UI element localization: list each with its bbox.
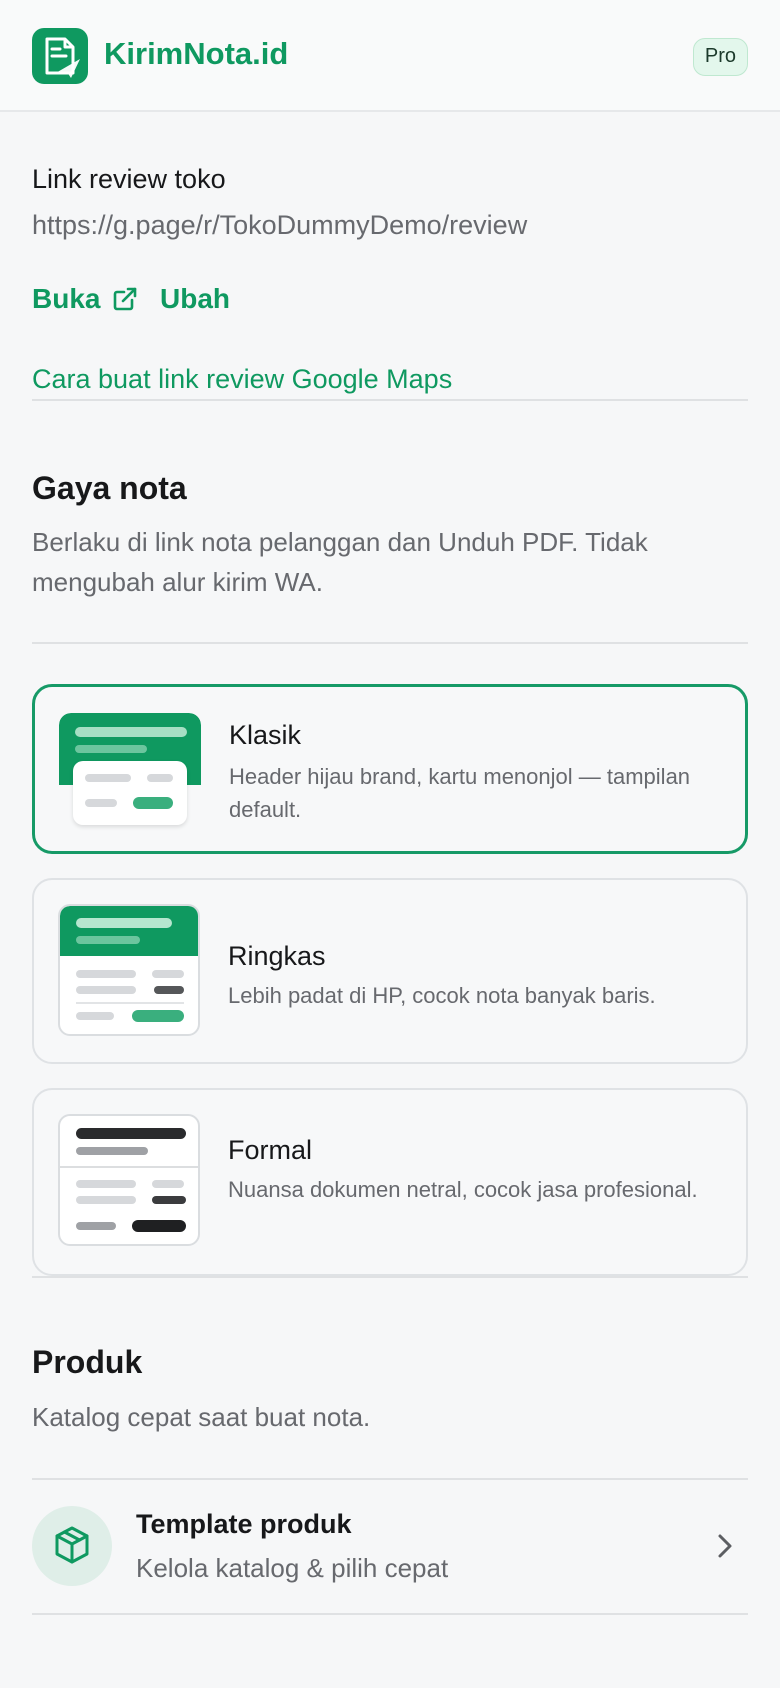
style-option-ringkas[interactable]: Ringkas Lebih padat di HP, cocok nota ba… <box>32 878 748 1064</box>
product-template-title: Template produk <box>136 1509 352 1539</box>
formal-preview-thumbnail <box>58 1114 200 1246</box>
product-template-description: Kelola katalog & pilih cepat <box>136 1553 449 1583</box>
open-label: Buka <box>32 283 101 314</box>
style-option-description: Lebih padat di HP, cocok nota banyak bar… <box>228 983 656 1008</box>
products-section-description: Katalog cepat saat buat nota. <box>32 1402 371 1432</box>
style-option-formal[interactable]: Formal Nuansa dokumen netral, cocok jasa… <box>32 1088 748 1276</box>
ringkas-preview-thumbnail <box>58 904 200 1036</box>
klasik-preview-thumbnail <box>59 713 201 831</box>
divider <box>32 1276 748 1278</box>
style-option-title: Formal <box>228 1135 313 1165</box>
divider <box>32 1613 748 1615</box>
review-link-label: Link review toko <box>32 164 226 194</box>
app-header: KirimNota.id Pro <box>0 0 780 112</box>
logo-icon[interactable] <box>32 28 88 84</box>
product-template-row[interactable]: Template produk Kelola katalog & pilih c… <box>32 1479 748 1613</box>
pro-badge: Pro <box>692 38 748 76</box>
edit-review-link-button[interactable]: Ubah <box>160 283 230 315</box>
chevron-right-icon <box>712 1531 736 1561</box>
open-review-link-button[interactable]: Buka <box>32 283 138 315</box>
divider <box>32 399 748 401</box>
package-icon <box>32 1506 112 1586</box>
style-option-description: Header hijau brand, kartu menonjol — tam… <box>229 764 691 822</box>
style-option-title: Ringkas <box>228 941 326 971</box>
products-section-title: Produk <box>32 1344 143 1380</box>
review-link-url: https://g.page/r/TokoDummyDemo/review <box>32 210 528 240</box>
brand-name: KirimNota.id <box>104 36 289 71</box>
external-link-icon <box>112 286 138 312</box>
style-option-description: Nuansa dokumen netral, cocok jasa profes… <box>228 1177 698 1202</box>
style-section-title: Gaya nota <box>32 470 187 506</box>
style-section-description: Berlaku di link nota pelanggan dan Unduh… <box>32 527 648 597</box>
style-option-title: Klasik <box>229 720 302 750</box>
divider <box>32 642 748 644</box>
review-help-link[interactable]: Cara buat link review Google Maps <box>32 364 452 395</box>
style-option-klasik[interactable]: Klasik Header hijau brand, kartu menonjo… <box>32 684 748 854</box>
